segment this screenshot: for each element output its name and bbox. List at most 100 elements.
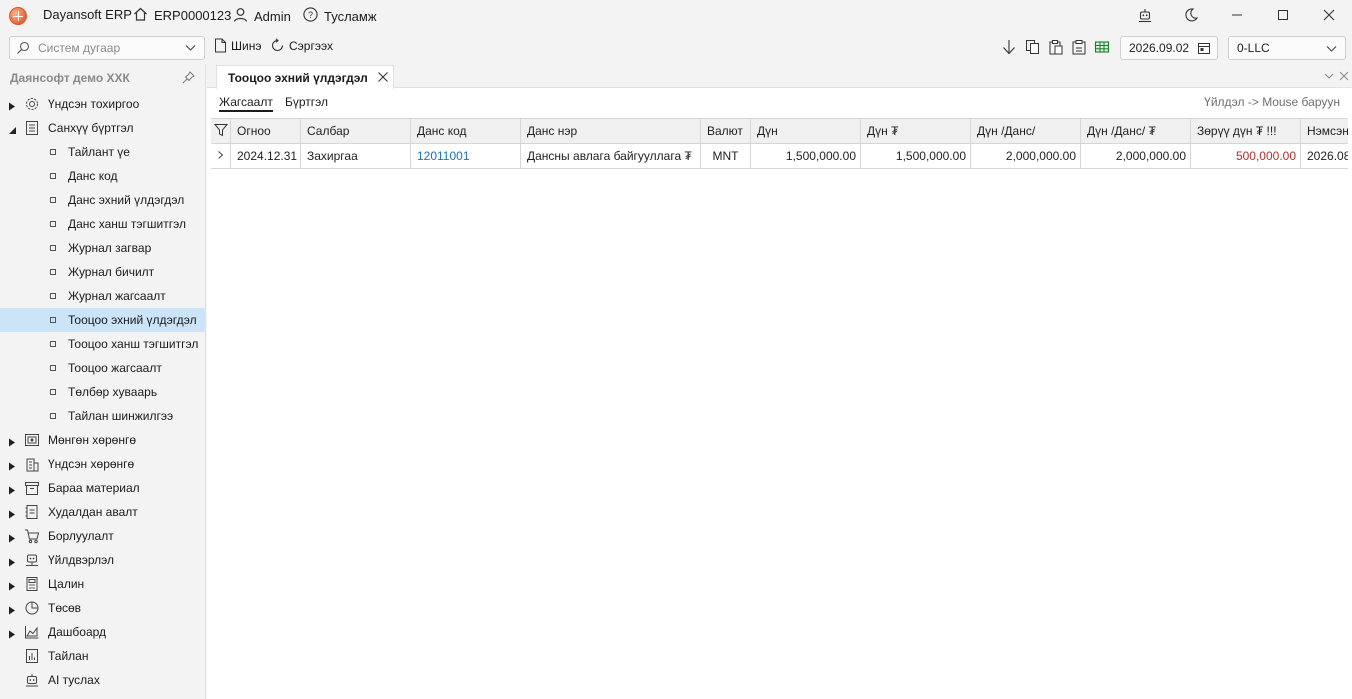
column-header-amount-account[interactable]: Дүн /Данс/ [971, 119, 1081, 143]
sidebar-subitem-settlement-rate-adjustment[interactable]: Тооцоо ханш тэгшитгэл [0, 332, 205, 356]
column-header-account-name[interactable]: Данс нэр [521, 119, 701, 143]
sidebar-subitem-report-analysis[interactable]: Тайлан шинжилгээ [0, 404, 205, 428]
tab-list-chevron-icon[interactable] [1324, 72, 1334, 80]
sidebar-subitem-settlement-list[interactable]: Тооцоо жагсаалт [0, 356, 205, 380]
column-header-difference-mnt[interactable]: Зөрүү дүн ₮ !!! [1191, 119, 1301, 143]
column-header-amount[interactable]: Дүн [751, 119, 861, 143]
cell-added[interactable]: 2026.08 [1301, 144, 1348, 168]
sidebar-item-purchase[interactable]: Худалдан авалт [0, 500, 205, 524]
sidebar-subitem-settlement-opening-balance[interactable]: Тооцоо эхний үлдэгдэл [0, 308, 205, 332]
sidebar-item-inventory[interactable]: Бараа материал [0, 476, 205, 500]
column-header-amount-account-mnt[interactable]: Дүн /Данс/ ₮ [1081, 119, 1191, 143]
cell-account-name[interactable]: Дансны авлага байгууллага ₮ [521, 144, 701, 168]
pin-icon[interactable] [182, 71, 195, 84]
cell-branch[interactable]: Захиргаа [301, 144, 411, 168]
cell-difference-mnt[interactable]: 500,000.00 [1191, 144, 1301, 168]
subtab-list[interactable]: Жагсаалт [219, 95, 273, 112]
caret-right-icon[interactable] [8, 100, 16, 111]
maximize-button[interactable] [1260, 0, 1306, 32]
copy-button[interactable] [1025, 39, 1041, 58]
sidebar-item-sales[interactable]: Борлуулалт [0, 524, 205, 548]
close-window-button[interactable] [1306, 0, 1352, 32]
sidebar-item-basic-settings[interactable]: Үндсэн тохиргоо [0, 92, 205, 116]
new-button[interactable]: Шинэ [214, 38, 261, 53]
tab-settlement-opening-balance[interactable]: Тооцоо эхний үлдэгдэл [216, 65, 394, 89]
sidebar-item-dashboard[interactable]: Дашбоард [0, 620, 205, 644]
caret-right-icon[interactable] [8, 484, 16, 495]
column-header-currency[interactable]: Валют [701, 119, 751, 143]
column-header-amount-mnt[interactable]: Дүн ₮ [861, 119, 971, 143]
chevron-down-icon [1326, 44, 1337, 53]
maximize-icon [1277, 9, 1289, 24]
table-row[interactable]: 2024.12.31 Захиргаа 12011001 Дансны авла… [211, 144, 1348, 169]
refresh-icon [270, 38, 285, 53]
title-bar: Dayansoft ERP ERP0000123 Admin ? Тусламж [0, 0, 1352, 32]
cell-currency[interactable]: MNT [701, 144, 751, 168]
sidebar-subitem-journal-entry[interactable]: Журнал бичилт [0, 260, 205, 284]
caret-right-icon[interactable] [8, 604, 16, 615]
theme-toggle-button[interactable] [1168, 0, 1214, 32]
caret-right-icon[interactable] [8, 556, 16, 567]
gear-icon [24, 96, 40, 112]
cell-amount-mnt[interactable]: 1,500,000.00 [861, 144, 971, 168]
help-icon: ? [303, 7, 318, 25]
caret-right-icon[interactable] [8, 460, 16, 471]
help-button[interactable]: ? Тусламж [303, 7, 377, 25]
calculator-icon [24, 576, 40, 592]
sidebar-item-production[interactable]: Үйлдвэрлэл [0, 548, 205, 572]
chevron-down-icon[interactable] [185, 43, 196, 52]
sidebar-item-finance[interactable]: Санхүү бүртгэл [0, 116, 205, 140]
close-all-tabs-icon[interactable] [1339, 71, 1349, 81]
sidebar-item-budget[interactable]: Төсөв [0, 596, 205, 620]
minimize-button[interactable] [1214, 0, 1260, 32]
sidebar-subitem-reporting-period[interactable]: Тайлант үе [0, 140, 205, 164]
company-select[interactable]: 0-LLC [1228, 36, 1346, 60]
sidebar-subitem-label: Данс эхний үлдэгдэл [68, 193, 185, 207]
caret-right-icon[interactable] [8, 580, 16, 591]
cell-amount[interactable]: 1,500,000.00 [751, 144, 861, 168]
caret-right-icon[interactable] [8, 508, 16, 519]
spreadsheet-icon [1094, 39, 1110, 58]
paste-button[interactable] [1048, 39, 1064, 58]
sidebar-item-cash[interactable]: Мөнгөн хөрөнгө [0, 428, 205, 452]
refresh-button[interactable]: Сэргээх [270, 38, 333, 53]
download-button[interactable] [1002, 39, 1016, 58]
column-header-added[interactable]: Нэмсэн [1301, 119, 1348, 143]
row-expander[interactable] [211, 144, 231, 168]
filter-cell[interactable] [211, 119, 231, 143]
calendar-icon[interactable] [1198, 42, 1210, 54]
notification-button[interactable] [1122, 0, 1168, 32]
sidebar-item-ai-assistant[interactable]: AI туслах [0, 668, 205, 692]
cell-amount-account-mnt[interactable]: 2,000,000.00 [1081, 144, 1191, 168]
cell-amount-account[interactable]: 2,000,000.00 [971, 144, 1081, 168]
caret-down-icon[interactable] [8, 124, 16, 134]
close-tab-icon[interactable] [377, 71, 389, 83]
sidebar-subitem-account-opening-balance[interactable]: Данс эхний үлдэгдэл [0, 188, 205, 212]
column-header-account-code[interactable]: Данс код [411, 119, 521, 143]
sidebar-subitem-journal-template[interactable]: Журнал загвар [0, 236, 205, 260]
sidebar-subitem-journal-list[interactable]: Журнал жагсаалт [0, 284, 205, 308]
sidebar-item-fixed-assets[interactable]: Үндсэн хөрөнгө [0, 452, 205, 476]
system-search-input[interactable] [38, 41, 178, 55]
sidebar-item-payroll[interactable]: Цалин [0, 572, 205, 596]
date-picker[interactable]: 2026.09.02 [1120, 36, 1218, 60]
user-menu-button[interactable]: Admin [233, 7, 291, 25]
excel-export-button[interactable] [1094, 39, 1110, 58]
sidebar-item-reports[interactable]: Тайлан [0, 644, 205, 668]
sidebar-subitem-label: Тооцоо ханш тэгшитгэл [68, 337, 199, 351]
paste-special-button[interactable] [1071, 39, 1087, 58]
cell-account-code-link[interactable]: 12011001 [411, 144, 521, 168]
column-header-branch[interactable]: Салбар [301, 119, 411, 143]
caret-right-icon[interactable] [8, 436, 16, 447]
sidebar-subitem-payment-schedule[interactable]: Төлбөр хуваарь [0, 380, 205, 404]
caret-right-icon[interactable] [8, 532, 16, 543]
sidebar-item-label: Тайлан [48, 649, 89, 663]
cart-icon [24, 528, 40, 544]
sidebar-subitem-account-rate-adjustment[interactable]: Данс ханш тэгшитгэл [0, 212, 205, 236]
sidebar-subitem-account-code[interactable]: Данс код [0, 164, 205, 188]
caret-right-icon[interactable] [8, 628, 16, 639]
cell-date[interactable]: 2024.12.31 [231, 144, 301, 168]
column-header-date[interactable]: Огноо [231, 119, 301, 143]
subtab-register[interactable]: Бүртгэл [285, 95, 328, 109]
system-code-button[interactable]: ERP0000123 [133, 7, 231, 24]
